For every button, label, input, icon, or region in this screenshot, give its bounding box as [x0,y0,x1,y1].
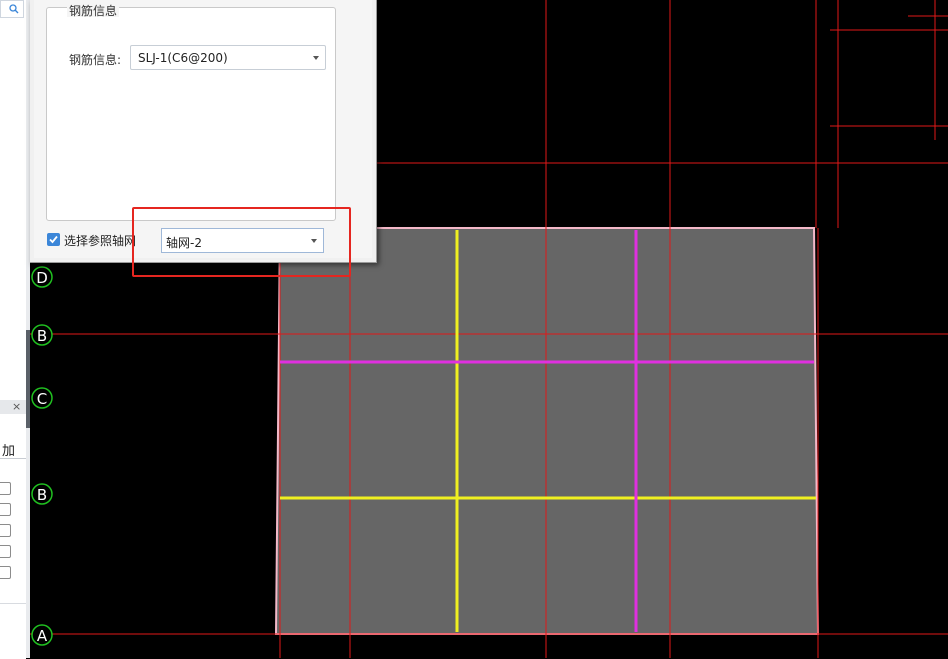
check-icon [49,235,58,244]
row-checkbox[interactable] [0,503,11,516]
axis-label: B [37,327,47,345]
column-header-text: 加 [0,438,26,459]
row-checkbox[interactable] [0,482,11,495]
left-bottom-header: × [0,400,26,414]
axis-bubble-c: C [31,387,53,409]
row-checkbox[interactable] [0,545,11,558]
left-search-box[interactable] [0,0,24,18]
axis-label: C [37,390,47,408]
axis-label: D [36,269,48,287]
slab-region[interactable] [274,227,820,635]
rebar-info-group: 钢筋信息 钢筋信息: SLJ-1(C6@200) [46,4,336,221]
row-divider [0,603,26,604]
group-title: 钢筋信息 [67,4,120,18]
axis-bubble-b2: B [31,483,53,505]
row-checkbox[interactable] [0,566,11,579]
close-icon[interactable]: × [12,400,21,414]
axis-bubble-d: D [31,266,53,288]
axis-bubble-a: A [31,624,53,646]
panel-splitter-handle[interactable] [26,330,30,428]
rebar-info-select[interactable]: SLJ-1(C6@200) [130,45,326,70]
highlight-annotation-box [132,207,351,277]
row-checkbox[interactable] [0,524,11,537]
ref-grid-checkbox-label: 选择参照轴网 [64,234,137,248]
column-header-label: 加 [2,444,16,459]
ref-grid-checkbox[interactable] [47,233,60,246]
rebar-info-label: 钢筋信息: [69,53,122,67]
axis-bubble-b: B [31,324,53,346]
chevron-down-icon [313,56,319,60]
search-icon[interactable] [9,4,19,14]
axis-label: B [37,486,47,504]
axis-label: A [37,627,48,645]
rebar-info-value: SLJ-1(C6@200) [138,51,228,65]
